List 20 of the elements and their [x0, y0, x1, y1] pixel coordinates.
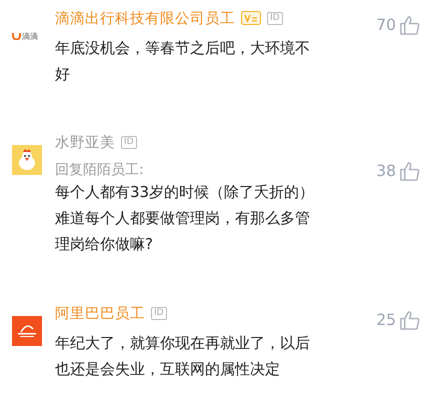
id-badge: ID	[121, 136, 137, 148]
like-count: 25	[376, 311, 396, 329]
reply-to-label: 回复陌陌员工:	[55, 161, 145, 179]
user-name[interactable]: 阿里巴巴员工	[55, 304, 145, 322]
id-badge: ID	[267, 12, 283, 24]
comment-text: 每个人都有33岁的时候（除了夭折的）	[55, 182, 316, 203]
user-name[interactable]: 滴滴出行科技有限公司员工	[55, 8, 235, 28]
avatar	[12, 145, 42, 175]
comment-text: 难道每个人都要做管理岗，有那么多管理岗给你做嘛?	[55, 208, 311, 255]
comment-text: 年纪大了，就算你现在再就业了，以后也还是会失业，互联网的属性决定	[55, 333, 311, 380]
company-logo	[12, 316, 42, 346]
id-badge: ID	[151, 306, 167, 320]
thumbs-up-icon[interactable]	[399, 14, 420, 36]
company-logo: 滴滴	[12, 21, 42, 51]
thumbs-up-icon[interactable]	[399, 160, 420, 182]
user-name[interactable]: 水野亚美	[55, 132, 115, 152]
thumbs-up-icon[interactable]	[399, 310, 420, 330]
like-count: 38	[376, 162, 396, 180]
like-count: 70	[376, 16, 396, 34]
comment-text: 年底没机会，等春节之后吧，大环境不好	[55, 38, 311, 85]
